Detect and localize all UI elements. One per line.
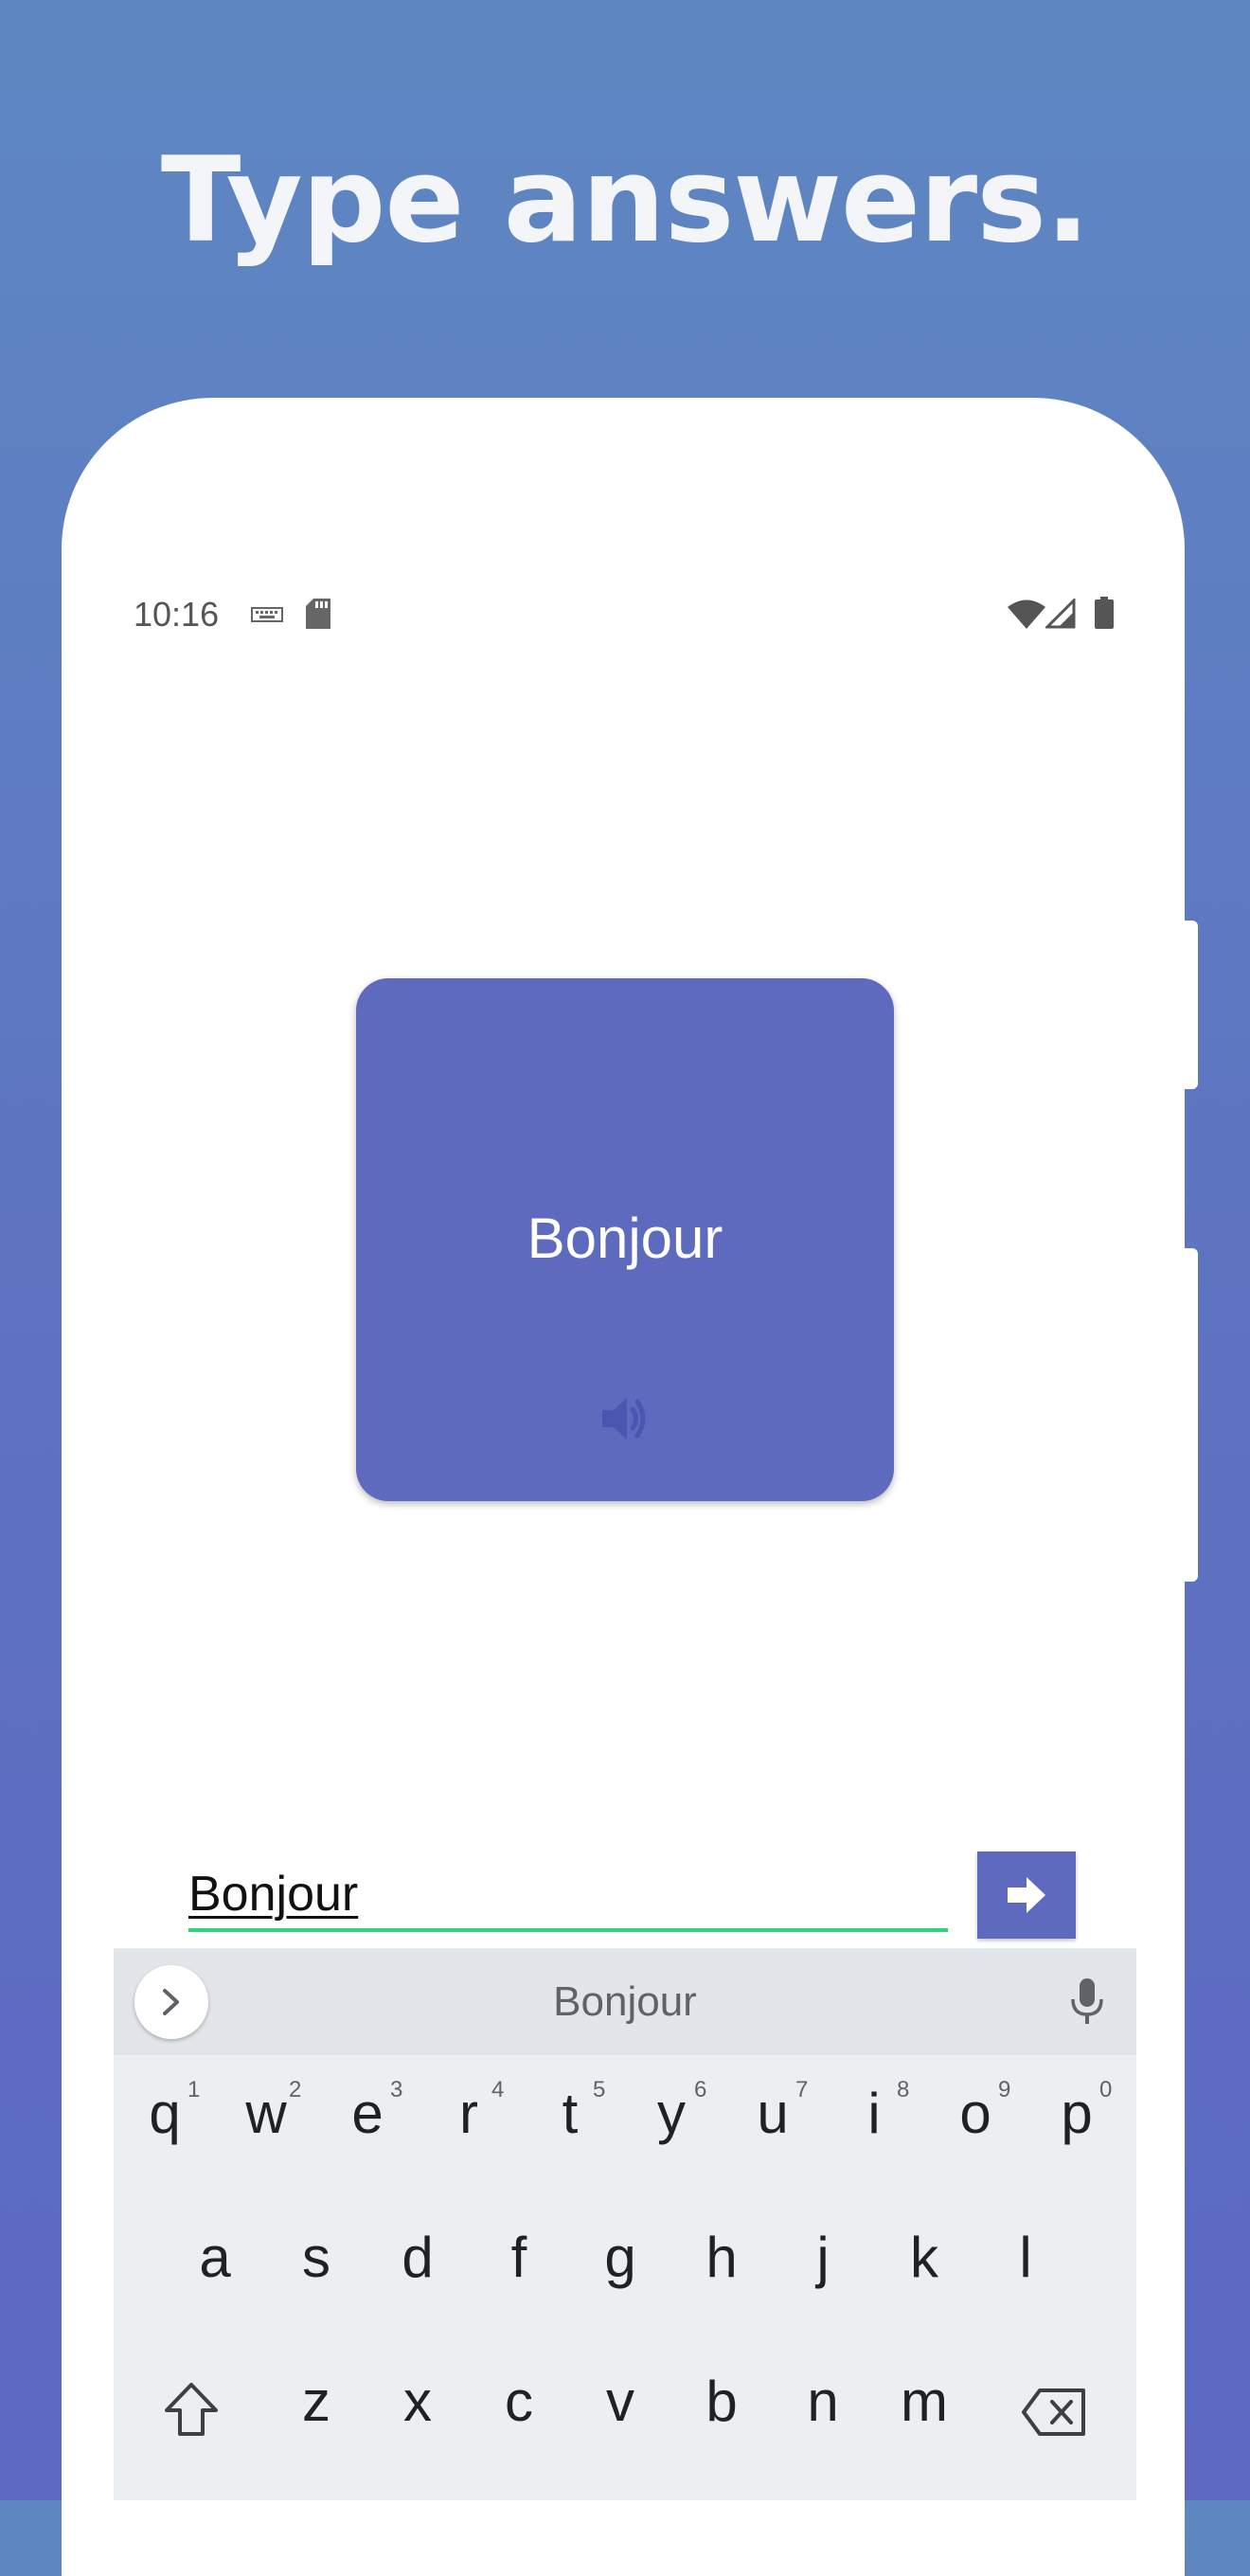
answer-input[interactable]: Bonjour — [188, 1866, 358, 1923]
key-hint: 6 — [694, 2077, 707, 2102]
key-q[interactable]: q — [114, 2081, 216, 2146]
suggestion-word[interactable]: Bonjour — [114, 1978, 1136, 2026]
key-hint: 8 — [897, 2077, 910, 2102]
key-g[interactable]: g — [569, 2225, 671, 2290]
power-button — [1185, 1248, 1198, 1582]
suggestion-bar: Bonjour — [114, 1948, 1136, 2055]
key-p[interactable]: p — [1026, 2081, 1128, 2146]
key-v[interactable]: v — [569, 2369, 671, 2434]
key-w[interactable]: w — [215, 2081, 317, 2146]
speaker-icon[interactable] — [600, 1395, 652, 1447]
key-c[interactable]: c — [468, 2369, 570, 2434]
flashcard-word: Bonjour — [527, 1207, 723, 1270]
key-o[interactable]: o — [924, 2081, 1027, 2146]
key-hint: 9 — [998, 2077, 1011, 2102]
arrow-right-icon — [1006, 1874, 1047, 1921]
key-e[interactable]: e — [316, 2081, 419, 2146]
key-k[interactable]: k — [873, 2225, 975, 2290]
keyboard-icon — [251, 606, 283, 628]
status-time: 10:16 — [134, 595, 220, 634]
key-b[interactable]: b — [670, 2369, 773, 2434]
headline: Type answers. — [160, 133, 1090, 269]
microphone-icon[interactable] — [1068, 1977, 1106, 2030]
key-d[interactable]: d — [366, 2225, 469, 2290]
keyboard: Bonjour q1w2e3r4t5y6u7i8o9p0 asdfghjkl z… — [114, 1948, 1136, 2500]
key-h[interactable]: h — [670, 2225, 773, 2290]
key-t[interactable]: t — [519, 2081, 621, 2146]
expand-toolbar-button[interactable] — [134, 1965, 208, 2039]
key-n[interactable]: n — [772, 2369, 874, 2434]
key-u[interactable]: u — [722, 2081, 824, 2146]
key-j[interactable]: j — [772, 2225, 874, 2290]
key-hint: 2 — [289, 2077, 302, 2102]
shift-icon[interactable] — [163, 2382, 220, 2442]
key-hint: 1 — [188, 2077, 201, 2102]
answer-underline — [188, 1928, 948, 1932]
key-hint: 7 — [795, 2077, 809, 2102]
volume-button — [1185, 921, 1198, 1089]
key-hint: 0 — [1099, 2077, 1113, 2102]
key-r[interactable]: r — [418, 2081, 520, 2146]
key-hint: 5 — [593, 2077, 606, 2102]
key-x[interactable]: x — [366, 2369, 469, 2434]
key-i[interactable]: i — [823, 2081, 925, 2146]
backspace-icon[interactable] — [1021, 2388, 1087, 2442]
key-y[interactable]: y — [620, 2081, 723, 2146]
flashcard[interactable]: Bonjour — [356, 978, 894, 1501]
battery-icon — [1094, 597, 1115, 634]
key-s[interactable]: s — [265, 2225, 367, 2290]
key-z[interactable]: z — [265, 2369, 367, 2434]
key-a[interactable]: a — [164, 2225, 266, 2290]
chevron-right-icon — [160, 1988, 183, 2021]
key-hint: 4 — [491, 2077, 505, 2102]
key-f[interactable]: f — [468, 2225, 570, 2290]
key-hint: 3 — [390, 2077, 403, 2102]
key-m[interactable]: m — [873, 2369, 975, 2434]
cell-signal-icon — [1044, 597, 1076, 634]
key-l[interactable]: l — [974, 2225, 1077, 2290]
sd-card-icon — [306, 599, 332, 634]
wifi-icon — [1008, 599, 1045, 634]
submit-button[interactable] — [977, 1852, 1076, 1939]
